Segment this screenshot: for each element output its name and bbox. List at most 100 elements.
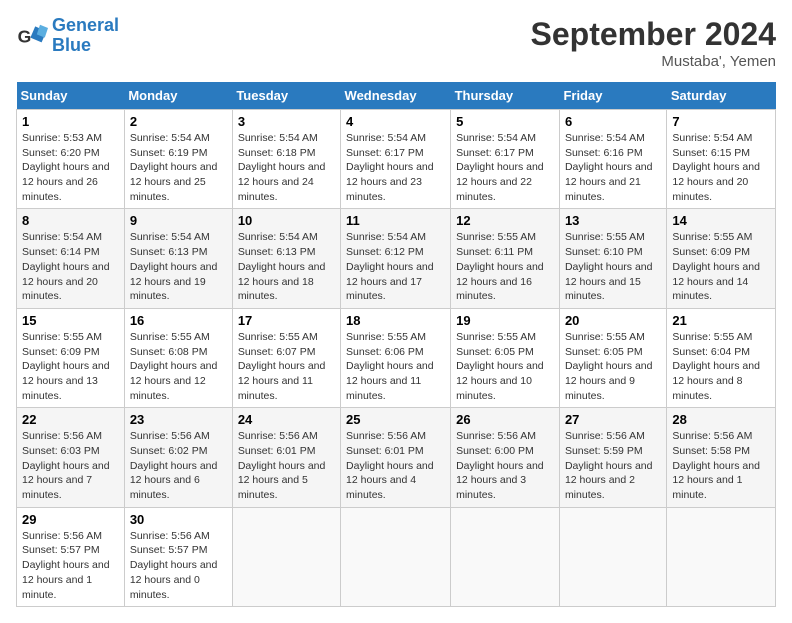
- calendar-cell: 15 Sunrise: 5:55 AM Sunset: 6:09 PM Dayl…: [17, 308, 125, 407]
- day-info: Sunrise: 5:56 AM Sunset: 6:01 PM Dayligh…: [238, 429, 335, 502]
- calendar-cell: [341, 507, 451, 606]
- calendar-cell: 25 Sunrise: 5:56 AM Sunset: 6:01 PM Dayl…: [341, 408, 451, 507]
- day-info: Sunrise: 5:54 AM Sunset: 6:16 PM Dayligh…: [565, 131, 661, 204]
- day-number: 23: [130, 412, 227, 427]
- day-info: Sunrise: 5:56 AM Sunset: 5:58 PM Dayligh…: [672, 429, 770, 502]
- day-info: Sunrise: 5:56 AM Sunset: 5:57 PM Dayligh…: [22, 529, 119, 602]
- logo-line2: Blue: [52, 35, 91, 55]
- day-number: 29: [22, 512, 119, 527]
- day-number: 20: [565, 313, 661, 328]
- day-number: 19: [456, 313, 554, 328]
- page-header: G General Blue September 2024 Mustaba', …: [16, 16, 776, 70]
- calendar-cell: [559, 507, 666, 606]
- day-info: Sunrise: 5:55 AM Sunset: 6:06 PM Dayligh…: [346, 330, 445, 403]
- calendar-cell: 20 Sunrise: 5:55 AM Sunset: 6:05 PM Dayl…: [559, 308, 666, 407]
- day-info: Sunrise: 5:56 AM Sunset: 5:59 PM Dayligh…: [565, 429, 661, 502]
- calendar-week-4: 22 Sunrise: 5:56 AM Sunset: 6:03 PM Dayl…: [17, 408, 776, 507]
- calendar-cell: [451, 507, 560, 606]
- calendar-cell: 13 Sunrise: 5:55 AM Sunset: 6:10 PM Dayl…: [559, 209, 666, 308]
- calendar-cell: 28 Sunrise: 5:56 AM Sunset: 5:58 PM Dayl…: [667, 408, 776, 507]
- header-thursday: Thursday: [451, 82, 560, 110]
- day-info: Sunrise: 5:54 AM Sunset: 6:13 PM Dayligh…: [238, 230, 335, 303]
- header-sunday: Sunday: [17, 82, 125, 110]
- logo-line1: General: [52, 15, 119, 35]
- day-number: 1: [22, 114, 119, 129]
- calendar-cell: 8 Sunrise: 5:54 AM Sunset: 6:14 PM Dayli…: [17, 209, 125, 308]
- calendar-cell: 26 Sunrise: 5:56 AM Sunset: 6:00 PM Dayl…: [451, 408, 560, 507]
- day-info: Sunrise: 5:54 AM Sunset: 6:19 PM Dayligh…: [130, 131, 227, 204]
- logo: G General Blue: [16, 16, 119, 56]
- day-number: 14: [672, 213, 770, 228]
- calendar-cell: 29 Sunrise: 5:56 AM Sunset: 5:57 PM Dayl…: [17, 507, 125, 606]
- day-number: 22: [22, 412, 119, 427]
- day-info: Sunrise: 5:55 AM Sunset: 6:11 PM Dayligh…: [456, 230, 554, 303]
- day-info: Sunrise: 5:54 AM Sunset: 6:18 PM Dayligh…: [238, 131, 335, 204]
- day-info: Sunrise: 5:56 AM Sunset: 5:57 PM Dayligh…: [130, 529, 227, 602]
- calendar-cell: 22 Sunrise: 5:56 AM Sunset: 6:03 PM Dayl…: [17, 408, 125, 507]
- calendar-cell: 30 Sunrise: 5:56 AM Sunset: 5:57 PM Dayl…: [124, 507, 232, 606]
- calendar-cell: [232, 507, 340, 606]
- svg-text:G: G: [18, 26, 32, 46]
- day-info: Sunrise: 5:55 AM Sunset: 6:10 PM Dayligh…: [565, 230, 661, 303]
- day-number: 5: [456, 114, 554, 129]
- calendar-cell: 6 Sunrise: 5:54 AM Sunset: 6:16 PM Dayli…: [559, 110, 666, 209]
- day-info: Sunrise: 5:55 AM Sunset: 6:09 PM Dayligh…: [672, 230, 770, 303]
- day-number: 30: [130, 512, 227, 527]
- month-title: September 2024: [531, 16, 776, 53]
- header-saturday: Saturday: [667, 82, 776, 110]
- calendar-table: SundayMondayTuesdayWednesdayThursdayFrid…: [16, 82, 776, 607]
- day-number: 4: [346, 114, 445, 129]
- day-info: Sunrise: 5:53 AM Sunset: 6:20 PM Dayligh…: [22, 131, 119, 204]
- calendar-cell: 14 Sunrise: 5:55 AM Sunset: 6:09 PM Dayl…: [667, 209, 776, 308]
- day-info: Sunrise: 5:56 AM Sunset: 6:01 PM Dayligh…: [346, 429, 445, 502]
- day-number: 13: [565, 213, 661, 228]
- calendar-cell: 12 Sunrise: 5:55 AM Sunset: 6:11 PM Dayl…: [451, 209, 560, 308]
- day-number: 16: [130, 313, 227, 328]
- day-number: 27: [565, 412, 661, 427]
- header-tuesday: Tuesday: [232, 82, 340, 110]
- calendar-cell: 24 Sunrise: 5:56 AM Sunset: 6:01 PM Dayl…: [232, 408, 340, 507]
- day-info: Sunrise: 5:56 AM Sunset: 6:00 PM Dayligh…: [456, 429, 554, 502]
- calendar-week-5: 29 Sunrise: 5:56 AM Sunset: 5:57 PM Dayl…: [17, 507, 776, 606]
- calendar-cell: 10 Sunrise: 5:54 AM Sunset: 6:13 PM Dayl…: [232, 209, 340, 308]
- day-number: 18: [346, 313, 445, 328]
- day-info: Sunrise: 5:55 AM Sunset: 6:05 PM Dayligh…: [456, 330, 554, 403]
- day-number: 26: [456, 412, 554, 427]
- calendar-cell: 2 Sunrise: 5:54 AM Sunset: 6:19 PM Dayli…: [124, 110, 232, 209]
- day-number: 10: [238, 213, 335, 228]
- header-friday: Friday: [559, 82, 666, 110]
- day-number: 25: [346, 412, 445, 427]
- calendar-cell: 23 Sunrise: 5:56 AM Sunset: 6:02 PM Dayl…: [124, 408, 232, 507]
- day-info: Sunrise: 5:55 AM Sunset: 6:07 PM Dayligh…: [238, 330, 335, 403]
- day-info: Sunrise: 5:54 AM Sunset: 6:14 PM Dayligh…: [22, 230, 119, 303]
- location: Mustaba', Yemen: [531, 53, 776, 70]
- day-number: 3: [238, 114, 335, 129]
- day-number: 8: [22, 213, 119, 228]
- calendar-cell: 17 Sunrise: 5:55 AM Sunset: 6:07 PM Dayl…: [232, 308, 340, 407]
- day-info: Sunrise: 5:54 AM Sunset: 6:12 PM Dayligh…: [346, 230, 445, 303]
- calendar-cell: 21 Sunrise: 5:55 AM Sunset: 6:04 PM Dayl…: [667, 308, 776, 407]
- logo-icon: G: [16, 20, 48, 52]
- day-info: Sunrise: 5:56 AM Sunset: 6:02 PM Dayligh…: [130, 429, 227, 502]
- calendar-week-2: 8 Sunrise: 5:54 AM Sunset: 6:14 PM Dayli…: [17, 209, 776, 308]
- calendar-cell: 27 Sunrise: 5:56 AM Sunset: 5:59 PM Dayl…: [559, 408, 666, 507]
- calendar-cell: 5 Sunrise: 5:54 AM Sunset: 6:17 PM Dayli…: [451, 110, 560, 209]
- calendar-cell: 7 Sunrise: 5:54 AM Sunset: 6:15 PM Dayli…: [667, 110, 776, 209]
- day-number: 6: [565, 114, 661, 129]
- day-number: 2: [130, 114, 227, 129]
- day-number: 15: [22, 313, 119, 328]
- calendar-week-1: 1 Sunrise: 5:53 AM Sunset: 6:20 PM Dayli…: [17, 110, 776, 209]
- calendar-cell: 18 Sunrise: 5:55 AM Sunset: 6:06 PM Dayl…: [341, 308, 451, 407]
- title-block: September 2024 Mustaba', Yemen: [531, 16, 776, 70]
- calendar-cell: 19 Sunrise: 5:55 AM Sunset: 6:05 PM Dayl…: [451, 308, 560, 407]
- day-number: 21: [672, 313, 770, 328]
- logo-text: General Blue: [52, 16, 119, 56]
- calendar-cell: 9 Sunrise: 5:54 AM Sunset: 6:13 PM Dayli…: [124, 209, 232, 308]
- day-number: 28: [672, 412, 770, 427]
- calendar-cell: 4 Sunrise: 5:54 AM Sunset: 6:17 PM Dayli…: [341, 110, 451, 209]
- day-info: Sunrise: 5:54 AM Sunset: 6:17 PM Dayligh…: [346, 131, 445, 204]
- calendar-header-row: SundayMondayTuesdayWednesdayThursdayFrid…: [17, 82, 776, 110]
- day-info: Sunrise: 5:54 AM Sunset: 6:17 PM Dayligh…: [456, 131, 554, 204]
- calendar-cell: 11 Sunrise: 5:54 AM Sunset: 6:12 PM Dayl…: [341, 209, 451, 308]
- day-info: Sunrise: 5:55 AM Sunset: 6:09 PM Dayligh…: [22, 330, 119, 403]
